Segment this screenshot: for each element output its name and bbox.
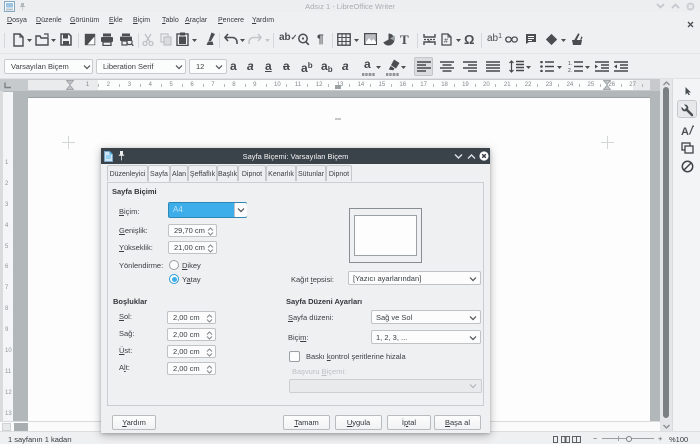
svg-text:A: A [681, 126, 689, 137]
svg-text:#: # [444, 38, 448, 45]
svg-text:1.: 1. [568, 61, 572, 67]
svg-text:2.: 2. [568, 68, 572, 72]
